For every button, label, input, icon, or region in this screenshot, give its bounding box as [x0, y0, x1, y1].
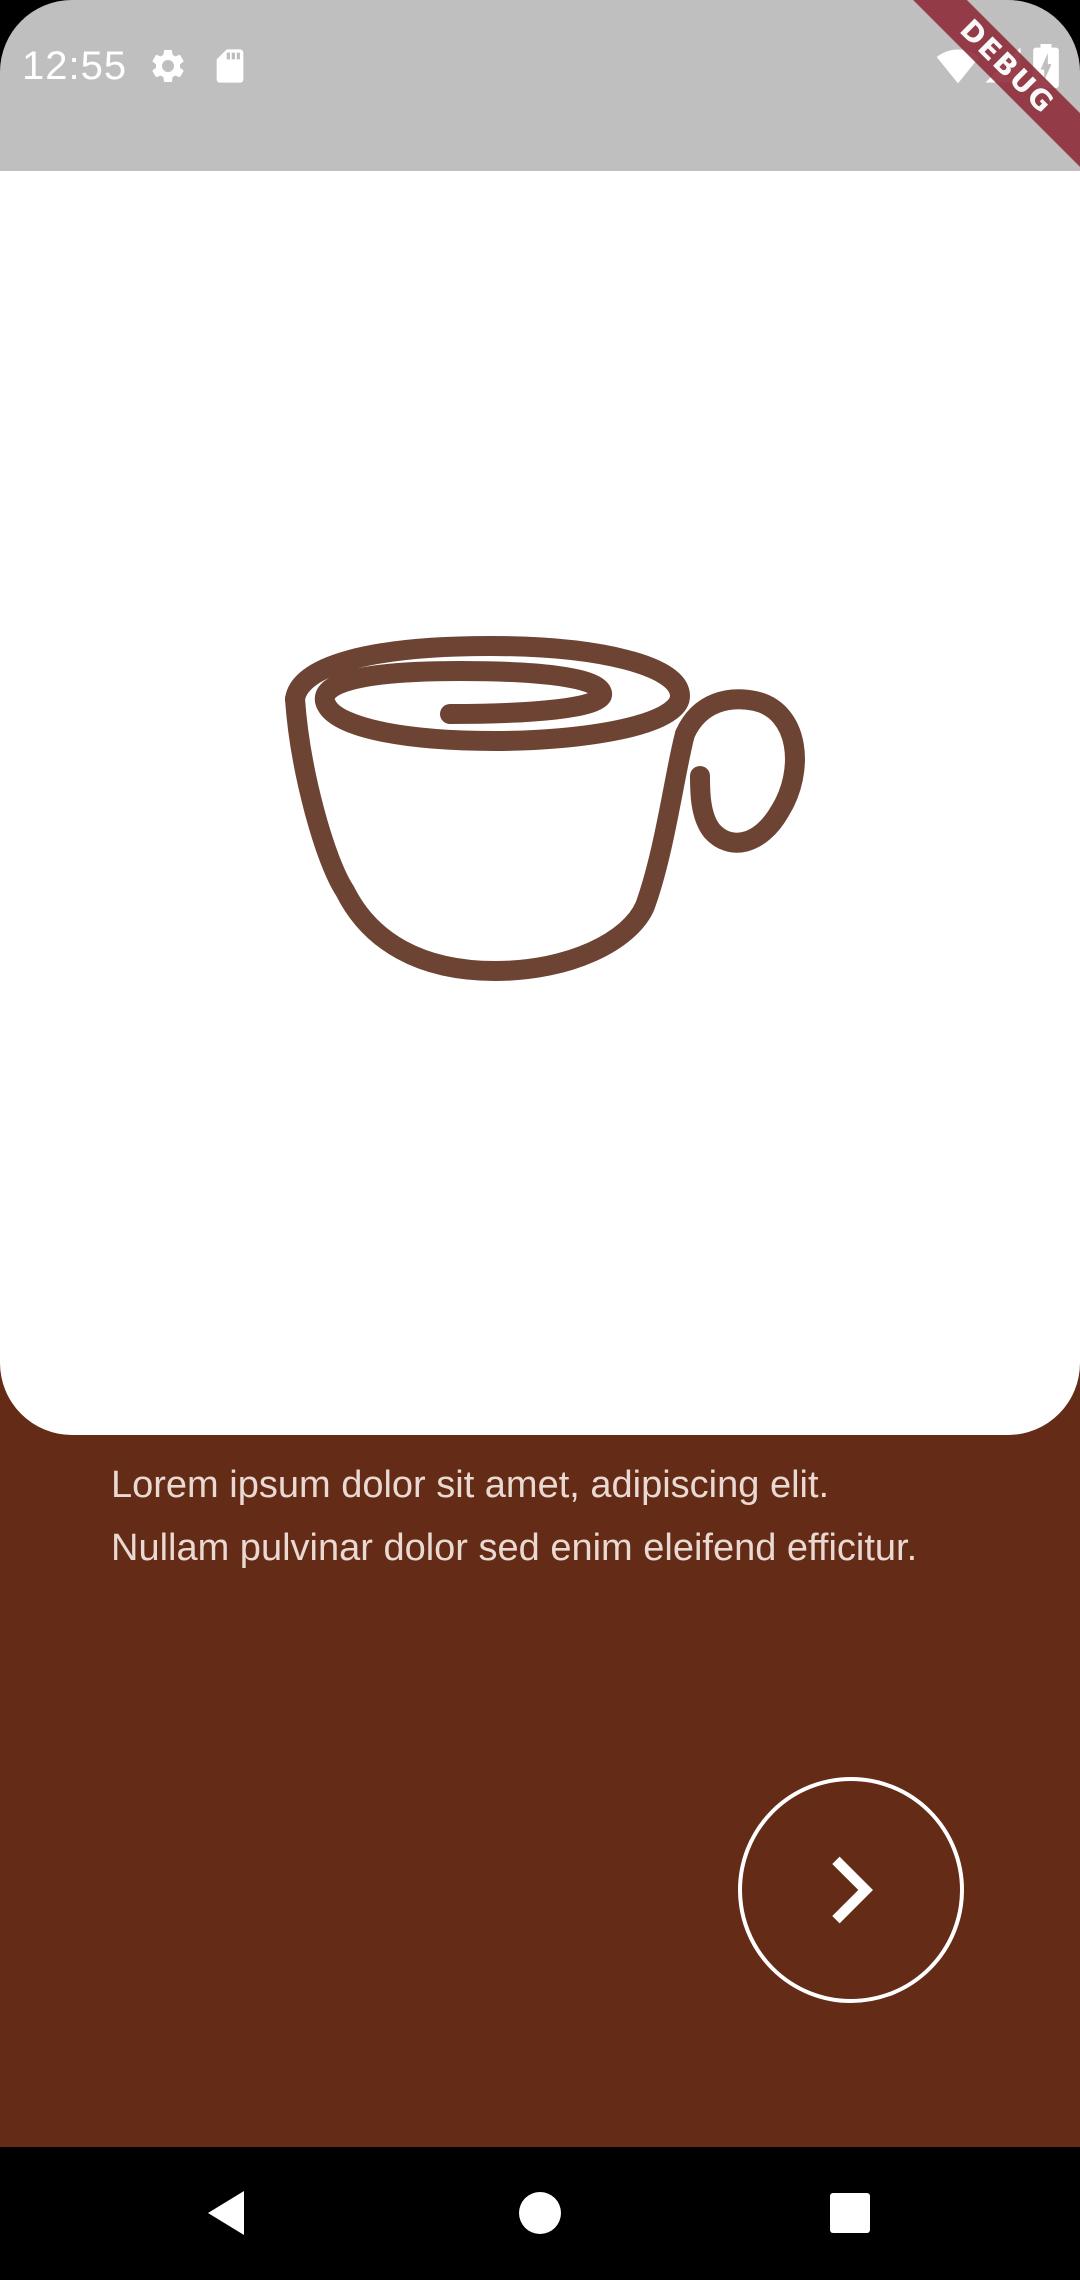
- onboarding-description: Lorem ipsum dolor sit amet, adipiscing e…: [111, 1464, 918, 1569]
- coffee-cup-icon: [285, 636, 805, 981]
- next-button[interactable]: [738, 1777, 964, 2003]
- debug-banner: DEBUG: [876, 0, 1080, 198]
- back-icon[interactable]: [186, 2173, 266, 2253]
- hero-card: [0, 171, 1080, 1435]
- status-bar: 12:55 DEBUG: [0, 0, 1080, 198]
- system-nav-bar: [0, 2147, 1080, 2280]
- gear-icon: [152, 49, 184, 82]
- home-icon[interactable]: [500, 2173, 580, 2253]
- chevron-right-icon: [832, 1856, 873, 1924]
- sd-card-icon: [216, 49, 244, 83]
- app-screen: 12:55 DEBUG Lorem ipsum dolor sit amet, …: [0, 0, 1080, 2280]
- status-time: 12:55: [22, 44, 128, 88]
- recents-icon[interactable]: [810, 2173, 890, 2253]
